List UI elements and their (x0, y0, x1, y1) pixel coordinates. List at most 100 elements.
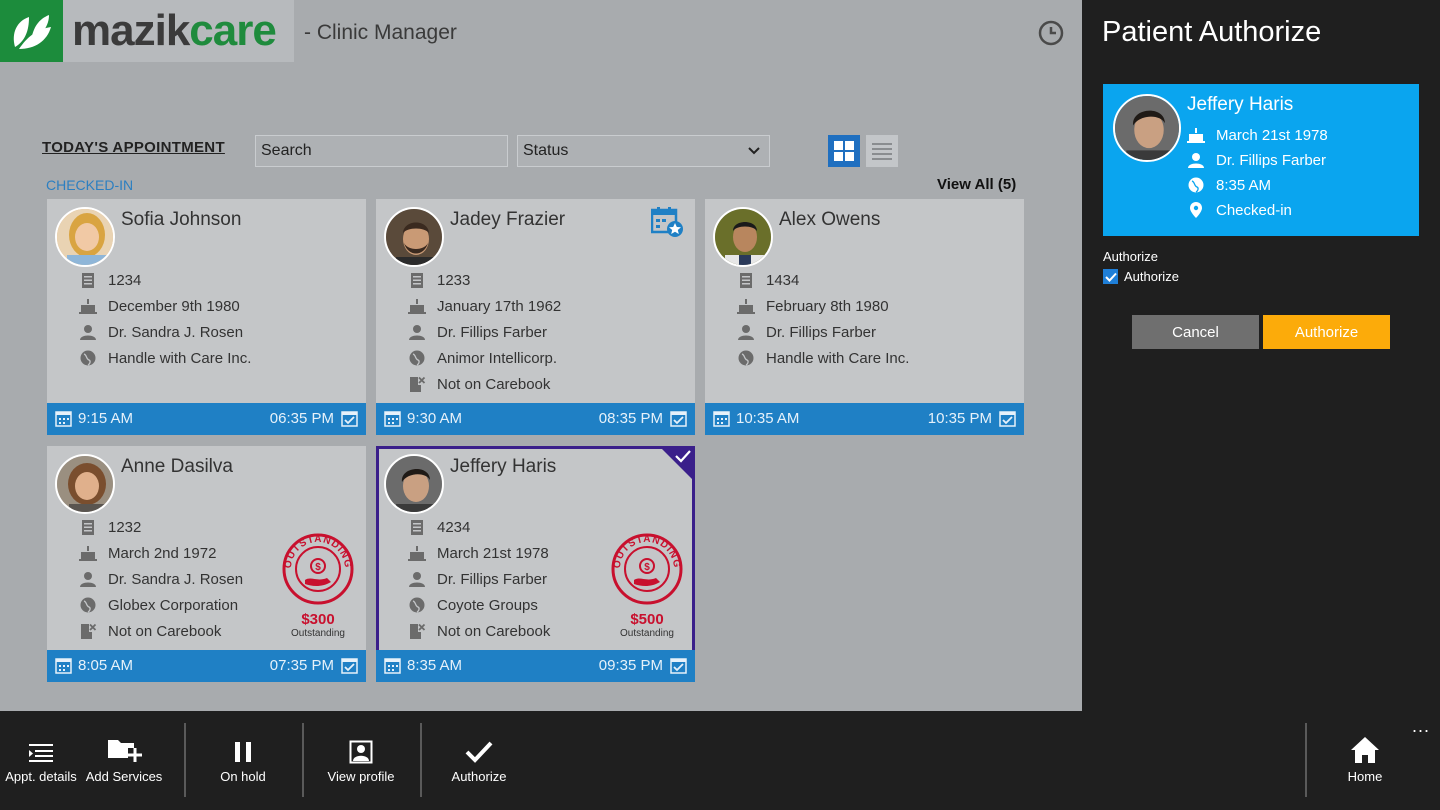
start-time: 9:15 AM (55, 410, 133, 427)
on-hold-button[interactable]: On hold (210, 711, 276, 810)
authorize-label: Authorize (451, 769, 507, 784)
doctor-name: Dr. Fillips Farber (766, 323, 877, 341)
profile-picture-icon (349, 726, 373, 764)
end-time-text: 09:35 PM (598, 657, 663, 674)
pause-icon (233, 726, 253, 764)
calendar-check-icon (341, 411, 358, 427)
insurer-row: Handle with Care Inc. (737, 348, 909, 368)
home-button[interactable]: Home (1336, 711, 1394, 810)
appointment-card[interactable]: Anne Dasilva 1232 March 2nd 1972 Dr. San… (47, 446, 366, 682)
authorize-checkbox-row[interactable]: Authorize (1103, 269, 1179, 284)
insurer-row: Handle with Care Inc. (79, 348, 251, 368)
outstanding-stamp-icon: OUTSTANDING $ (282, 533, 354, 605)
birthday-cake-icon (408, 297, 426, 315)
calendar-icon (713, 411, 730, 427)
checkmark-icon (675, 449, 691, 468)
appointment-time-bar: 9:15 AM 06:35 PM (47, 403, 366, 435)
patient-dob: January 17th 1962 (437, 297, 562, 315)
patient-authorize-panel: Patient Authorize Jeffery Haris March 21… (1082, 0, 1440, 711)
appbar-separator (302, 723, 304, 797)
avatar (384, 207, 444, 267)
clock-icon[interactable] (1038, 20, 1064, 51)
chevron-down-icon (747, 144, 761, 163)
authorize-checkbox[interactable] (1103, 269, 1118, 284)
avatar (55, 454, 115, 514)
authorize-button[interactable]: Authorize (1263, 315, 1390, 349)
person-icon (1187, 152, 1205, 168)
grid-view-button[interactable] (828, 135, 860, 167)
document-icon (408, 271, 426, 289)
appointment-card[interactable]: Alex Owens 1434 February 8th 1980 Dr. Fi… (705, 199, 1024, 435)
authorize-appbar-button[interactable]: Authorize (446, 711, 512, 810)
avatar (713, 207, 773, 267)
view-profile-label: View profile (327, 769, 395, 784)
cancel-button[interactable]: Cancel (1132, 315, 1259, 349)
svg-text:$: $ (644, 562, 650, 573)
authorize-checkbox-label: Authorize (1124, 269, 1179, 284)
patient-id-row: 1233 (408, 270, 470, 290)
add-services-button[interactable]: Add Services (86, 711, 162, 810)
insurer-row: Globex Corporation (79, 595, 238, 615)
end-time: 10:35 PM (928, 410, 1016, 427)
doctor-row: Dr. Fillips Farber (408, 322, 547, 342)
globe-icon (1187, 177, 1205, 193)
calendar-icon (384, 658, 401, 674)
authorize-heading: Authorize (1103, 249, 1158, 264)
status-select-value: Status (523, 142, 569, 159)
doctor-row: Dr. Sandra J. Rosen (79, 322, 243, 342)
start-time-text: 8:35 AM (407, 657, 463, 674)
avatar (384, 454, 444, 514)
calendar-check-icon (341, 658, 358, 674)
patient-id: 1234 (108, 271, 142, 289)
doctor-row: Dr. Fillips Farber (1187, 150, 1326, 170)
calendar-star-icon[interactable] (650, 207, 683, 242)
start-time: 9:30 AM (384, 410, 462, 427)
patient-id: 4234 (437, 518, 471, 536)
appointment-card[interactable]: Sofia Johnson 1234 December 9th 1980 Dr.… (47, 199, 366, 435)
search-input[interactable] (255, 135, 508, 167)
carebook-status: Not on Carebook (437, 375, 551, 393)
outstanding-caption: Outstanding (291, 628, 345, 639)
carebook-off-icon (79, 622, 97, 640)
on-hold-label: On hold (220, 769, 266, 784)
globe-icon (79, 596, 97, 614)
home-icon (1350, 726, 1380, 764)
patient-id: 1434 (766, 271, 800, 289)
outstanding-stamp: OUTSTANDING $ $500 Outstanding (608, 532, 686, 639)
appt-details-button[interactable]: Appt. details (4, 711, 78, 810)
birthday-cake-icon (737, 297, 755, 315)
patient-dob-row: December 9th 1980 (79, 296, 240, 316)
view-profile-button[interactable]: View profile (324, 711, 398, 810)
insurer-name: Handle with Care Inc. (766, 349, 910, 367)
more-options-icon[interactable]: ... (1412, 716, 1430, 737)
add-services-label: Add Services (85, 769, 163, 784)
patient-id-row: 1232 (79, 517, 141, 537)
leaf-logo-icon (0, 0, 63, 62)
patient-name: Jeffery Haris (450, 456, 557, 477)
birthday-cake-icon (79, 544, 97, 562)
doctor-name: Dr. Fillips Farber (437, 323, 548, 341)
checkin-status: Checked-in (1216, 201, 1292, 219)
patient-dob: March 2nd 1972 (108, 544, 217, 562)
appbar-separator (420, 723, 422, 797)
person-icon (737, 323, 755, 341)
view-all-link[interactable]: View All (5) (937, 176, 1016, 193)
outstanding-amount: $300 (301, 611, 335, 628)
logo-wordmark: mazikcare (72, 6, 277, 56)
appointment-card[interactable]: Jadey Frazier 1233 January 17th 1962 Dr.… (376, 199, 695, 435)
calendar-icon (55, 411, 72, 427)
list-view-button[interactable] (866, 135, 898, 167)
insurer-row: Coyote Groups (408, 595, 538, 615)
doctor-name: Dr. Fillips Farber (437, 570, 548, 588)
globe-icon (79, 349, 97, 367)
patient-dob-row: March 21st 1978 (408, 543, 549, 563)
globe-icon (408, 596, 426, 614)
insurer-name: Handle with Care Inc. (108, 349, 252, 367)
carebook-row: Not on Carebook (408, 374, 550, 394)
patient-dob-row: March 21st 1978 (1187, 125, 1328, 145)
status-select[interactable]: Status (517, 135, 770, 167)
doctor-name: Dr. Sandra J. Rosen (108, 570, 244, 588)
doctor-name: Dr. Sandra J. Rosen (108, 323, 244, 341)
globe-icon (737, 349, 755, 367)
appointment-card-selected[interactable]: Jeffery Haris 4234 March 21st 1978 Dr. F… (376, 446, 695, 682)
